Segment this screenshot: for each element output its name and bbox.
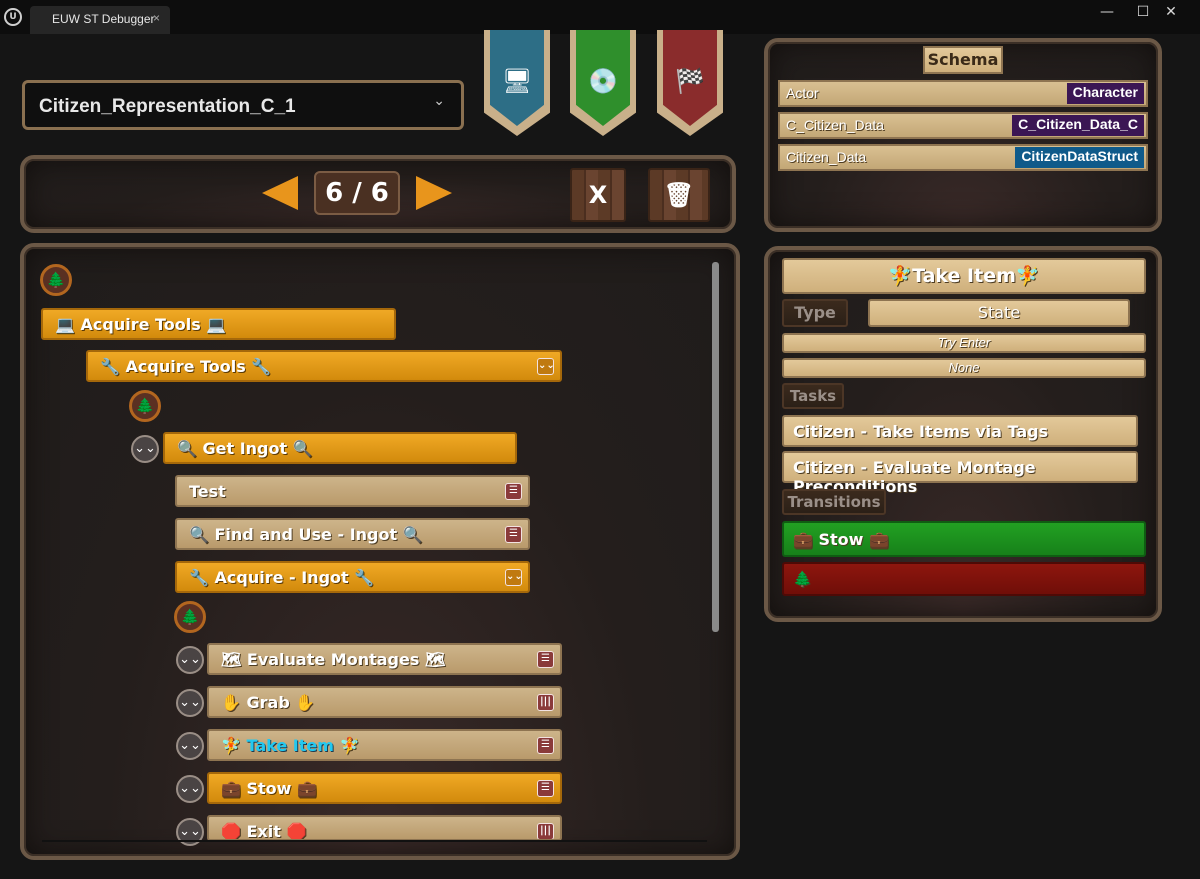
tree-node-take-item-selected[interactable]: 🧚 Take Item 🧚 ☰ [207, 729, 562, 761]
tab-euw-st-debugger[interactable]: EUW ST Debugger × [30, 6, 170, 34]
tree-node-acquire-tools-root[interactable]: 💻 Acquire Tools 💻 [41, 308, 396, 340]
schema-title: Schema [923, 46, 1003, 74]
transition-success-stow[interactable]: 💼 Stow 💼 [782, 521, 1146, 557]
tree-node-acquire-tools[interactable]: 🔧 Acquire Tools 🔧 ⌄⌄ [86, 350, 562, 382]
menu-icon[interactable]: ☰ [537, 651, 554, 668]
menu-icon[interactable]: ☰ [537, 737, 554, 754]
minimize-button[interactable]: — [1096, 4, 1118, 22]
chevron-down-icon[interactable]: ⌄⌄ [176, 689, 204, 717]
tree-node-evaluate-montages[interactable]: 🗺 Evaluate Montages 🗺 ☰ [207, 643, 562, 675]
schema-row-citizen-data-struct: Citizen_Data CitizenDataStruct [778, 144, 1148, 171]
tree-node-exit[interactable]: 🛑 Exit 🛑 ||| [207, 815, 562, 841]
schema-row-citizen-data-class: C_Citizen_Data C_Citizen_Data_C [778, 112, 1148, 139]
title-bar: U EUW ST Debugger × — ☐ ✕ [0, 0, 1200, 34]
columns-icon[interactable]: ||| [537, 694, 554, 711]
menu-icon[interactable]: ☰ [537, 780, 554, 797]
schema-value: CitizenDataStruct [1015, 147, 1144, 168]
task-item[interactable]: Citizen - Take Items via Tags [782, 415, 1138, 447]
banner-disc[interactable]: 💿 [570, 30, 636, 136]
previous-arrow-icon[interactable] [262, 176, 298, 210]
chevron-down-icon: ⌄ [433, 93, 445, 109]
chevron-down-icon[interactable]: ⌄⌄ [176, 646, 204, 674]
actor-selector-dropdown[interactable]: Citizen_Representation_C_1 ⌄ [22, 80, 464, 130]
schema-value: C_Citizen_Data_C [1012, 115, 1144, 136]
enter-condition: Try Enter [782, 333, 1146, 353]
tree-node-get-ingot[interactable]: 🔍 Get Ingot 🔍 [163, 432, 517, 464]
chevron-down-icon[interactable]: ⌄⌄ [176, 775, 204, 803]
transitions-label: Transitions [782, 489, 886, 515]
next-arrow-icon[interactable] [416, 176, 452, 210]
tree-scrollbar[interactable] [712, 262, 719, 632]
selection-behavior: None [782, 358, 1146, 378]
clear-button[interactable]: X [570, 168, 626, 222]
monitor-icon: 🖥 [502, 67, 533, 95]
type-label: Type [782, 299, 848, 327]
type-value: State [868, 299, 1130, 327]
unreal-logo-icon: U [4, 8, 22, 26]
schema-value: Character [1066, 83, 1144, 104]
tab-close-icon[interactable]: × [153, 11, 160, 25]
trash-icon[interactable]: 🗑 [648, 168, 710, 222]
disc-icon: 💿 [588, 67, 618, 95]
expand-icon[interactable]: ⌄⌄ [505, 569, 523, 586]
schema-row-actor: Actor Character [778, 80, 1148, 107]
history-counter: 6 / 6 [314, 171, 400, 215]
tree-node-acquire-ingot[interactable]: 🔧 Acquire - Ingot 🔧 ⌄⌄ [175, 561, 530, 593]
columns-icon[interactable]: ||| [537, 823, 554, 839]
expand-icon[interactable]: ⌄⌄ [537, 358, 555, 375]
task-item[interactable]: Citizen - Evaluate Montage Preconditions [782, 451, 1138, 496]
tasks-label: Tasks [782, 383, 844, 409]
tree-node-grab[interactable]: ✋ Grab ✋ ||| [207, 686, 562, 718]
transition-fail[interactable]: 🌲 [782, 562, 1146, 596]
maximize-button[interactable]: ☐ [1132, 4, 1154, 22]
tree-node-find-and-use-ingot[interactable]: 🔍 Find and Use - Ingot 🔍 ☰ [175, 518, 530, 550]
tab-title: EUW ST Debugger [52, 12, 155, 26]
banner-flag[interactable]: 🏁 [657, 30, 723, 136]
tree-branch-icon[interactable]: 🌲 [174, 601, 206, 633]
chevron-down-icon[interactable]: ⌄⌄ [176, 732, 204, 760]
tree-divider [42, 840, 707, 842]
checkered-flag-icon: 🏁 [675, 67, 705, 95]
tree-node-stow[interactable]: 💼 Stow 💼 ☰ [207, 772, 562, 804]
menu-icon[interactable]: ☰ [505, 526, 522, 543]
tree-branch-icon[interactable]: 🌲 [129, 390, 161, 422]
details-title: 🧚Take Item🧚 [782, 258, 1146, 294]
tree-root-icon[interactable]: 🌲 [40, 264, 72, 296]
actor-selector-value: Citizen_Representation_C_1 [39, 96, 296, 117]
chevron-down-icon[interactable]: ⌄⌄ [131, 435, 159, 463]
tree-node-test[interactable]: Test ☰ [175, 475, 530, 507]
menu-icon[interactable]: ☰ [505, 483, 522, 500]
close-window-button[interactable]: ✕ [1160, 4, 1182, 22]
banner-monitor[interactable]: 🖥 [484, 30, 550, 136]
